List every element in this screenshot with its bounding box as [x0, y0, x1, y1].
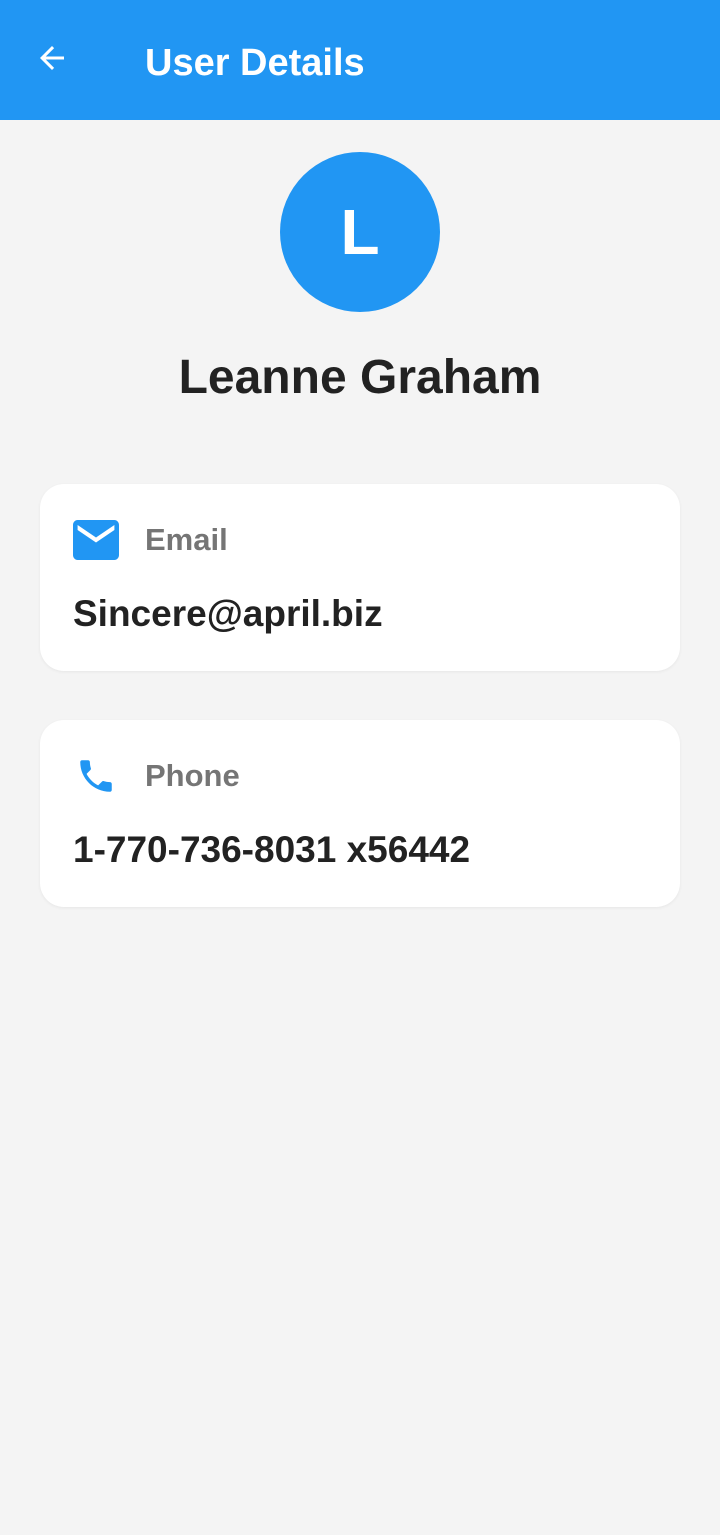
phone-label: Phone [145, 758, 240, 793]
app-bar: User Details [0, 0, 720, 120]
email-card: Email Sincere@april.biz [40, 484, 680, 671]
phone-value: 1-770-736-8031 x56442 [73, 829, 471, 870]
avatar-initial: L [340, 196, 380, 268]
arrow-back-icon [34, 40, 70, 81]
user-name: Leanne Graham [178, 351, 542, 404]
back-button[interactable] [24, 32, 80, 88]
email-icon [73, 520, 119, 560]
page-title: User Details [145, 42, 365, 84]
email-label: Email [145, 522, 228, 557]
avatar: L [280, 152, 440, 312]
phone-icon [73, 756, 119, 796]
email-value: Sincere@april.biz [73, 593, 383, 634]
phone-card: Phone 1-770-736-8031 x56442 [40, 720, 680, 907]
